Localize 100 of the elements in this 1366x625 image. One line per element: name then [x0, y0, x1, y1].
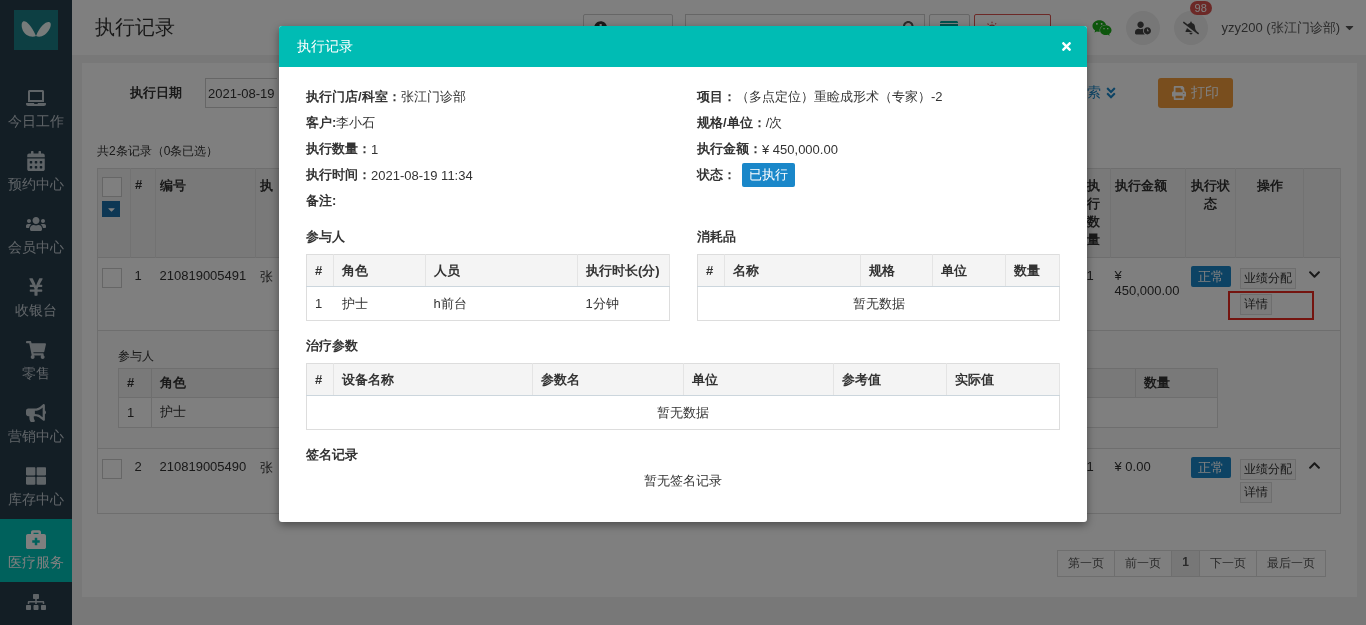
column-header: 人员 [425, 254, 578, 287]
column-header: 数量 [1135, 368, 1218, 397]
field-label: 备注: [306, 192, 337, 210]
users-icon [26, 214, 46, 234]
nav-item[interactable]: 零售 [0, 330, 72, 393]
field-label: 执行时间： [306, 166, 371, 184]
date-field[interactable]: 2021-08-19 [205, 78, 277, 108]
bell-off-icon[interactable] [1173, 10, 1208, 45]
yen-icon [26, 277, 46, 297]
field-label: 执行数量： [306, 140, 371, 158]
table-cell: 1分钟 [577, 286, 670, 321]
dropdown-button[interactable] [102, 201, 120, 217]
page-link[interactable]: 1 [1171, 550, 1200, 577]
logo [14, 10, 58, 50]
column-header: 单位 [932, 254, 1006, 287]
search-toggle-link[interactable]: 索 [1087, 84, 1118, 102]
record-count: 共2条记录（0条已选） [97, 143, 219, 160]
checkbox[interactable] [102, 268, 122, 288]
column-header: 参考值 [833, 363, 947, 396]
column-header: 执行状态 [1185, 168, 1236, 258]
empty-message: 暂无签名记录 [644, 472, 722, 490]
column-header: # [697, 254, 725, 287]
nav-item[interactable]: 营销中心 [0, 393, 72, 456]
cart-icon [26, 340, 46, 360]
status-badge: 正常 [1190, 266, 1231, 287]
field-value: ¥ 450,000.00 [762, 141, 838, 157]
section-title: 参与人 [118, 347, 154, 365]
column-header: 单位 [683, 363, 834, 396]
nav-item[interactable]: 预约中心 [0, 141, 72, 204]
column-header: # [130, 168, 156, 258]
nav-item[interactable]: 库存中心 [0, 456, 72, 519]
section-title: 参与人 [306, 228, 345, 246]
column-header: # [306, 254, 334, 287]
print-button[interactable]: 打印 [1158, 78, 1233, 108]
column-header: 数量 [1005, 254, 1060, 287]
field-value: 2021-08-19 11:34 [371, 167, 473, 183]
field-label: 执行门店/科室： [306, 88, 401, 106]
filter-label: 执行日期 [130, 84, 183, 102]
table-cell: 210819005490 [155, 448, 256, 514]
action-button[interactable]: 业绩分配 [1239, 268, 1296, 289]
empty-message: 暂无数据 [697, 286, 1060, 321]
table-cell: 1 [118, 397, 152, 427]
notification-badge: 98 [1189, 0, 1212, 15]
chevron-down-icon[interactable] [1307, 268, 1321, 281]
action-button[interactable]: 详情 [1239, 482, 1272, 503]
field-label: 执行金额： [697, 140, 762, 158]
column-header: 执行时长(分) [577, 254, 670, 287]
field-value: 李小石 [336, 114, 376, 132]
printer-icon [1172, 86, 1186, 100]
column-header: 角色 [333, 254, 426, 287]
status-badge: 已执行 [742, 163, 795, 187]
status-badge: 正常 [1190, 457, 1231, 478]
page-link[interactable]: 下一页 [1199, 550, 1257, 577]
laptop-icon [26, 88, 46, 108]
chat-icon[interactable] [1091, 17, 1112, 38]
nav-item[interactable]: 会员中心 [0, 204, 72, 267]
field-label: 规格/单位： [697, 114, 766, 132]
calendar-icon [26, 151, 46, 171]
column-header: 实际值 [946, 363, 1060, 396]
column-header: # [118, 368, 152, 397]
action-button[interactable]: 业绩分配 [1239, 459, 1296, 480]
nav-item[interactable]: 收银台 [0, 267, 72, 330]
field-value: 张江门诊部 [400, 88, 466, 106]
table-cell: ¥ 0.00 [1110, 448, 1186, 514]
field-label: 客户: [306, 114, 337, 132]
grid-icon [26, 466, 46, 486]
column-header: 操作 [1235, 168, 1304, 258]
megaphone-icon [26, 403, 46, 423]
column-header: 编号 [155, 168, 256, 258]
field-label: 状态： [697, 166, 736, 184]
chevron-up-icon[interactable] [1307, 459, 1321, 472]
field-value: 1 [371, 141, 379, 157]
hierarchy-icon[interactable] [26, 592, 46, 612]
close-icon[interactable] [1060, 40, 1073, 53]
section-title: 治疗参数 [306, 337, 358, 355]
checkbox[interactable] [102, 177, 122, 197]
table-cell: 2 [130, 448, 156, 514]
column-header: 名称 [724, 254, 861, 287]
field-label: 项目： [697, 88, 736, 106]
nav-item[interactable]: 医疗服务 [0, 519, 72, 582]
checkbox[interactable] [102, 459, 122, 479]
column-header: 设备名称 [333, 363, 533, 396]
column-header: 规格 [860, 254, 933, 287]
page-link[interactable]: 最后一页 [1256, 550, 1326, 577]
field-value: /次 [765, 114, 783, 132]
field-value: （多点定位）重睑成形术（专家）-2 [736, 88, 943, 106]
column-header: 执行金额 [1110, 168, 1186, 258]
nav-item[interactable]: 今日工作 [0, 78, 72, 141]
page-link[interactable]: 前一页 [1114, 550, 1173, 577]
table-cell: h前台 [425, 286, 578, 321]
user-menu[interactable]: yzy200 (张江门诊部) [1221, 18, 1356, 37]
page-link[interactable]: 第一页 [1057, 550, 1116, 577]
action-button[interactable]: 详情 [1239, 294, 1272, 315]
table-cell: 护士 [333, 286, 426, 321]
user-group-icon[interactable] [1125, 10, 1160, 45]
dialog-title: 执行记录 [297, 37, 353, 56]
section-title: 消耗品 [697, 228, 736, 246]
medical-kit-icon [26, 529, 46, 549]
column-header: # [306, 363, 334, 396]
page-title: 执行记录 [95, 15, 176, 40]
